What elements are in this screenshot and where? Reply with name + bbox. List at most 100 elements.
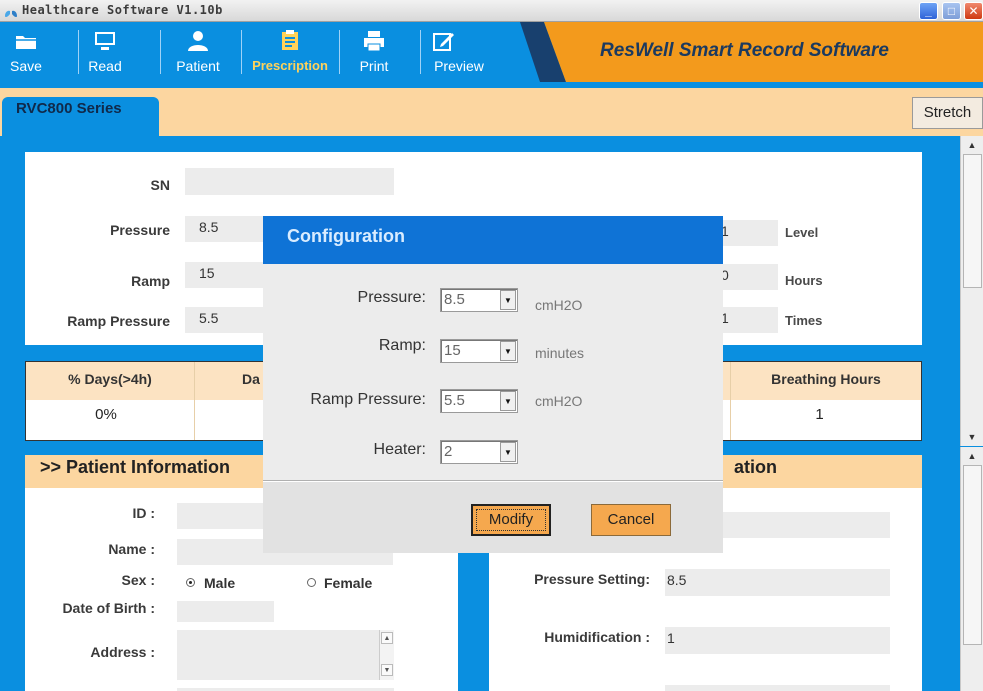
stretch-button[interactable]: Stretch [912,97,983,129]
preview-label: Preview [434,58,484,74]
prescription-label: Prescription [252,58,328,73]
column-divider [194,362,195,440]
maximize-button[interactable]: □ [942,2,961,20]
scroll-thumb[interactable] [963,465,982,645]
pressure-label: Pressure [110,222,170,238]
brand-banner: ResWell Smart Record Software [520,22,983,82]
dialog-ramp-label: Ramp: [378,337,426,354]
ramp-label: Ramp [131,273,170,289]
clipboard-icon [282,30,298,50]
folder-icon [16,36,36,49]
cancel-button[interactable]: Cancel [591,504,671,536]
scroll-up-icon[interactable]: ▲ [964,138,980,152]
ramp-pressure-select[interactable]: 5.5 ▼ [440,389,518,413]
header-breathing-hours: Breathing Hours [771,371,881,387]
level-unit: Level [785,225,819,240]
tab-strip: RVC800 Series Stretch [0,88,983,137]
app-lungs-icon [5,5,17,18]
edit-icon [433,33,454,51]
scroll-thumb[interactable] [963,154,982,288]
pressure-select-value: 8.5 [444,291,465,308]
next-field[interactable] [665,685,890,691]
tab-label: RVC800 Series [16,100,122,117]
read-button[interactable]: Read [85,30,125,84]
pressure-unit: cmH2O [535,297,583,313]
dialog-footer: Modify Cancel [263,482,723,553]
minimize-button[interactable]: _ [919,2,938,20]
upper-scrollbar[interactable]: ▲ ▼ [960,136,983,446]
dialog-body: Pressure: 8.5 ▼ cmH2O Ramp: 15 ▼ minutes… [263,264,723,480]
person-icon [188,31,208,51]
chevron-down-icon[interactable]: ▼ [500,341,516,361]
toolbar-divider [160,30,161,74]
preview-button[interactable]: Preview [430,30,488,84]
toolbar-divider [241,30,242,74]
toolbar-divider [339,30,340,74]
dob-field[interactable] [177,601,274,622]
brand-name: ResWell Smart Record Software [600,40,889,61]
ramp-select-value: 15 [444,342,461,359]
humidification-field[interactable]: 1 [665,627,890,654]
device-section-title: ation [734,457,777,477]
address-label: Address : [90,644,155,660]
monitor-icon [95,32,115,50]
dialog-title: Configuration [287,226,405,246]
header-days-over-4h: % Days(>4h) [68,371,152,387]
patient-button[interactable]: Patient [172,30,224,84]
dialog-pressure-label: Pressure: [357,289,426,306]
tab-rvc800-series[interactable]: RVC800 Series [2,97,159,137]
toolbar-divider [420,30,421,74]
chevron-down-icon[interactable]: ▼ [500,442,516,462]
male-radio[interactable] [186,578,195,587]
ramp-select[interactable]: 15 ▼ [440,339,518,363]
sn-field[interactable] [185,168,394,195]
value-days-over-4h: 0% [95,406,117,423]
scroll-up-icon[interactable]: ▲ [964,449,980,463]
scroll-down-icon[interactable]: ▼ [964,430,980,444]
address-scrollbar[interactable]: ▲ ▼ [379,630,394,680]
hours-unit: Hours [785,273,823,288]
sn-label: SN [150,177,170,193]
dialog-heater-label: Heater: [373,441,426,458]
print-button[interactable]: Print [354,30,394,84]
chevron-down-icon[interactable]: ▼ [500,290,516,310]
close-button[interactable]: ✕ [964,2,983,20]
printer-icon [364,31,384,52]
read-label: Read [88,58,122,74]
pressure-setting-field[interactable]: 8.5 [665,569,890,596]
prescription-button[interactable]: Prescription [252,30,328,84]
value-breathing-hours: 1 [815,406,824,423]
male-label: Male [204,575,236,591]
scroll-down-icon[interactable]: ▼ [381,664,393,676]
scroll-up-icon[interactable]: ▲ [381,632,393,644]
save-button[interactable]: Save [6,30,46,84]
save-label: Save [10,58,42,74]
title-bar: Healthcare Software V1.10b _ □ ✕ [0,0,983,22]
toolbar-divider [78,30,79,74]
chevron-down-icon[interactable]: ▼ [500,391,516,411]
dialog-ramp-pressure-label: Ramp Pressure: [310,391,426,408]
dob-label: Date of Birth : [62,600,155,616]
female-radio[interactable] [307,578,316,587]
window-title: Healthcare Software V1.10b [22,3,223,17]
ramp-pressure-unit: cmH2O [535,393,583,409]
heater-select[interactable]: 2 ▼ [440,440,518,464]
patient-section-title: >> Patient Information [40,457,231,477]
patient-label: Patient [176,58,220,74]
times-unit: Times [785,313,823,328]
female-label: Female [324,575,373,591]
modify-button[interactable]: Modify [471,504,551,536]
humidification-label: Humidification : [544,629,650,645]
heater-select-value: 2 [444,443,453,460]
id-label: ID : [132,505,155,521]
ramp-pressure-select-value: 5.5 [444,392,465,409]
pressure-setting-label: Pressure Setting: [534,571,650,587]
address-field[interactable]: ▲ ▼ [177,630,394,680]
sex-label: Sex : [121,572,155,588]
configuration-dialog: Configuration Pressure: 8.5 ▼ cmH2O Ramp… [263,216,723,553]
lower-scrollbar[interactable]: ▲ [960,447,983,691]
pressure-select[interactable]: 8.5 ▼ [440,288,518,312]
dialog-header: Configuration [263,216,723,264]
ramp-pressure-label: Ramp Pressure [67,313,170,329]
name-label: Name : [108,541,155,557]
